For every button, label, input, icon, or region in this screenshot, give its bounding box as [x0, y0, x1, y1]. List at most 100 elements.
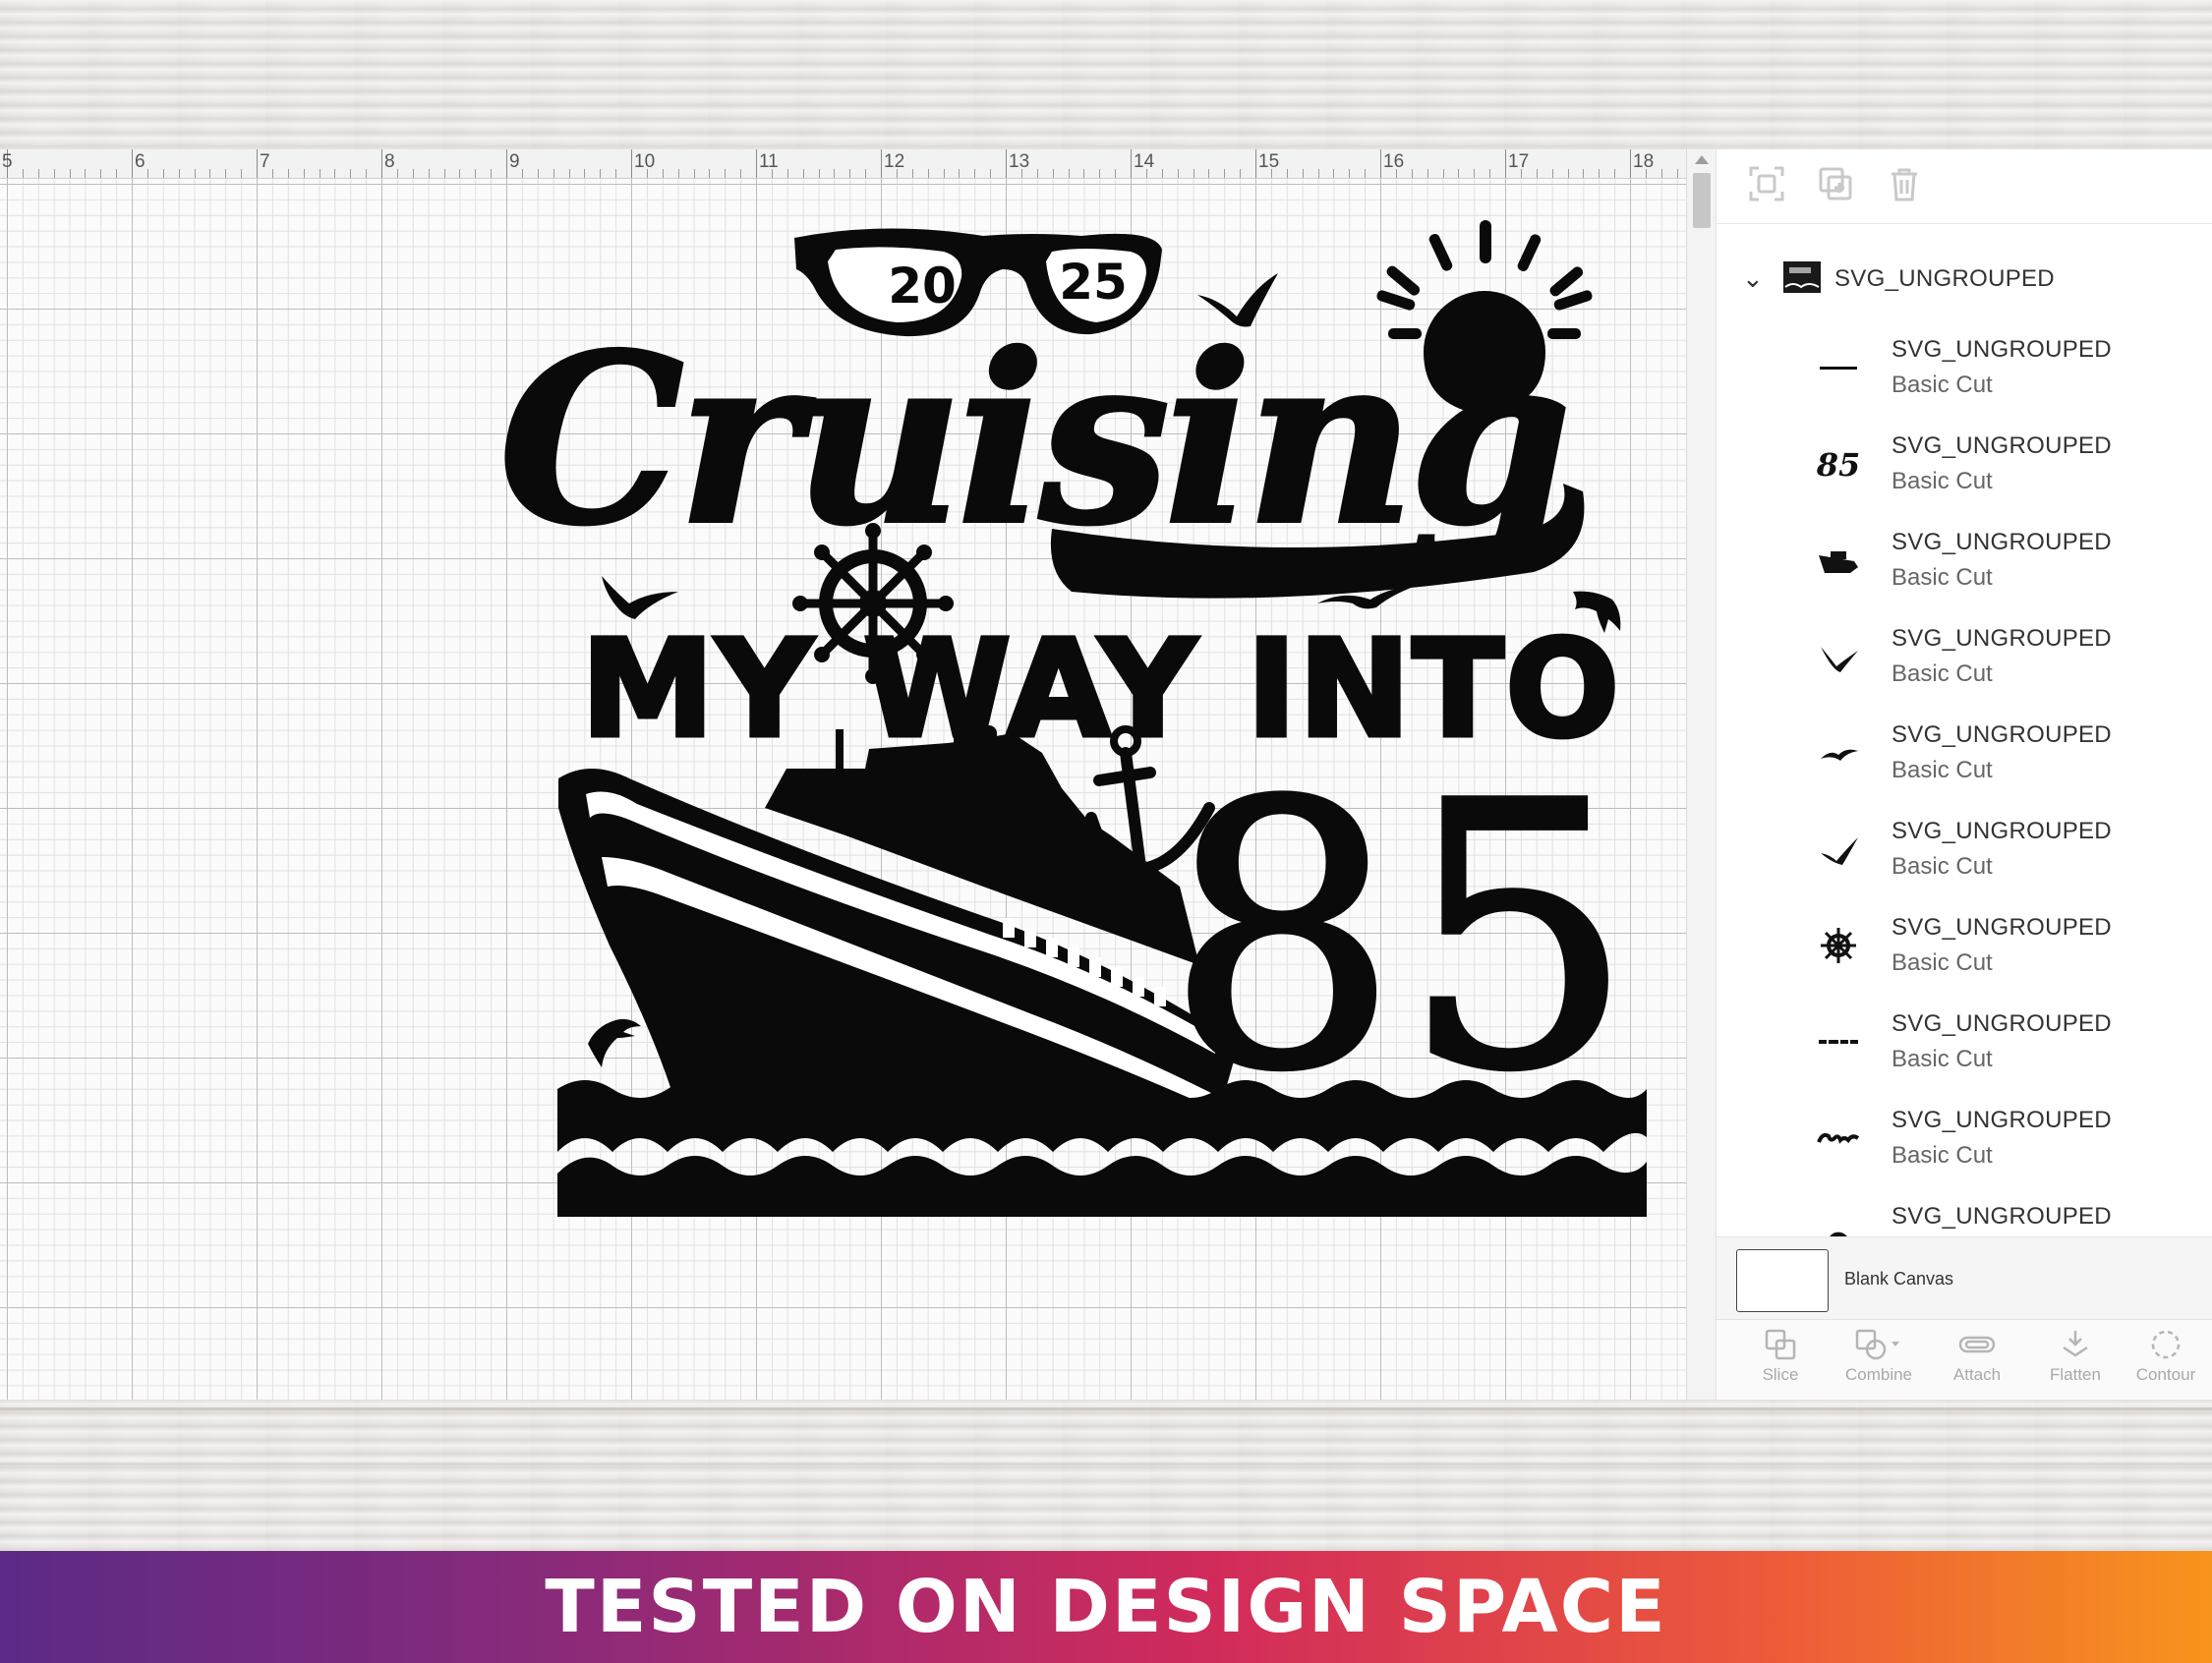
- svg-text:85: 85: [1817, 446, 1860, 482]
- blank-canvas-row[interactable]: Blank Canvas: [1717, 1236, 2212, 1319]
- layer-name: SVG_UNGROUPED: [1892, 1010, 2112, 1037]
- layer-item[interactable]: 85 SVG_UNGROUPED Basic Cut: [1717, 421, 2212, 517]
- scroll-thumb[interactable]: [1693, 173, 1711, 228]
- layer-name: SVG_UNGROUPED: [1892, 818, 2112, 844]
- ruler-minor-tick: [1052, 169, 1054, 178]
- ruler-major-tick: [1131, 149, 1132, 178]
- ruler-minor-tick: [896, 169, 898, 178]
- cruising-script-icon: [1815, 1115, 1862, 1162]
- flatten-button[interactable]: Flatten: [2031, 1328, 2120, 1397]
- ruler-minor-tick: [146, 169, 148, 178]
- layer-type: Basic Cut: [1892, 1046, 1993, 1072]
- ruler-minor-tick: [287, 169, 289, 178]
- layer-name: SVG_UNGROUPED: [1892, 529, 2112, 555]
- ruler-minor-tick: [849, 169, 851, 178]
- ruler-minor-tick: [1474, 169, 1476, 178]
- ruler-label: 8: [384, 151, 395, 172]
- contour-icon: [2151, 1330, 2181, 1359]
- ruler-minor-tick: [537, 169, 539, 178]
- cruise-ship-graphic: [558, 725, 1239, 1113]
- ruler-minor-tick: [1068, 169, 1070, 178]
- chevron-down-icon[interactable]: ⌄: [1742, 263, 1764, 294]
- ruler-minor-tick: [1489, 169, 1491, 178]
- ruler-major-tick: [381, 149, 382, 178]
- ruler-label: 18: [1633, 151, 1655, 172]
- ruler-major-tick: [1505, 149, 1506, 178]
- layer-type: Basic Cut: [1892, 1142, 1993, 1169]
- bird-icon: [1815, 633, 1862, 680]
- ruler-major-tick: [881, 149, 882, 178]
- ruler-minor-tick: [865, 169, 867, 178]
- ruler-label: 6: [135, 151, 146, 172]
- contour-button[interactable]: Contour: [2122, 1328, 2210, 1397]
- vertical-scrollbar[interactable]: [1686, 149, 1716, 1400]
- layer-item[interactable]: SVG_UNGROUPED Basic Cut: [1717, 999, 2212, 1095]
- ruler-label: 15: [1258, 151, 1280, 172]
- scroll-up-icon[interactable]: [1695, 155, 1709, 164]
- ruler-minor-tick: [178, 169, 180, 178]
- ruler-label: 11: [759, 151, 779, 172]
- layer-name: SVG_UNGROUPED: [1892, 625, 2112, 652]
- blank-canvas-swatch[interactable]: [1736, 1249, 1829, 1312]
- horizontal-ruler[interactable]: 5 6 7 8 9 10 11 12 13 14 15 16 17 18: [0, 149, 1686, 179]
- delete-icon[interactable]: [1886, 165, 1923, 202]
- design-canvas[interactable]: 20 25 Cruising MY WAY INTO 85: [0, 179, 1686, 1400]
- ruler-minor-tick: [646, 169, 648, 178]
- layer-type: Basic Cut: [1892, 372, 1993, 398]
- layer-item[interactable]: SVG_UNGROUPED Basic Cut: [1717, 902, 2212, 999]
- ruler-minor-tick: [521, 169, 523, 178]
- ruler-minor-tick: [959, 169, 960, 178]
- ruler-minor-tick: [271, 169, 273, 178]
- layer-type: Basic Cut: [1892, 757, 1993, 783]
- ruler-minor-tick: [1442, 169, 1444, 178]
- ruler-major-tick: [1380, 149, 1381, 178]
- layers-list: SVG_UNGROUPED Basic Cut 85 SVG_UNGROUPED…: [1717, 324, 2212, 1236]
- ruler-minor-tick: [459, 169, 461, 178]
- ruler-minor-tick: [1645, 169, 1647, 178]
- ruler-minor-tick: [116, 169, 118, 178]
- dolphin-icon: [1815, 1211, 1862, 1236]
- layer-group-row[interactable]: ⌄ SVG_UNGROUPED: [1717, 244, 2212, 313]
- layer-item[interactable]: SVG_UNGROUPED Basic Cut: [1717, 710, 2212, 806]
- layer-item[interactable]: SVG_UNGROUPED Basic Cut: [1717, 324, 2212, 421]
- ruler-minor-tick: [241, 169, 243, 178]
- layer-item[interactable]: SVG_UNGROUPED Basic Cut: [1717, 517, 2212, 613]
- ruler-label: 9: [509, 151, 520, 172]
- slice-button[interactable]: Slice: [1736, 1328, 1825, 1397]
- ruler-minor-tick: [303, 169, 305, 178]
- ruler-minor-tick: [22, 169, 24, 178]
- ruler-minor-tick: [740, 169, 742, 178]
- ruler-minor-tick: [1286, 169, 1288, 178]
- design-artwork[interactable]: 20 25 Cruising MY WAY INTO 85: [0, 179, 1686, 1400]
- layer-name: SVG_UNGROUPED: [1892, 721, 2112, 748]
- ruler-major-tick: [1630, 149, 1631, 178]
- layer-item[interactable]: SVG_UNGROUPED: [1717, 1191, 2212, 1236]
- layer-type: Basic Cut: [1892, 660, 1993, 687]
- combine-button[interactable]: Combine: [1834, 1328, 1923, 1397]
- layer-item[interactable]: SVG_UNGROUPED Basic Cut: [1717, 806, 2212, 902]
- duplicate-icon[interactable]: [1817, 165, 1854, 202]
- attach-button[interactable]: Attach: [1933, 1328, 2021, 1397]
- design-space-window: 5 6 7 8 9 10 11 12 13 14 15 16 17 18 20 25: [0, 149, 2212, 1400]
- ruler-minor-tick: [1536, 169, 1538, 178]
- layer-name: SVG_UNGROUPED: [1892, 432, 2112, 459]
- layer-item[interactable]: SVG_UNGROUPED Basic Cut: [1717, 1095, 2212, 1191]
- ruler-minor-tick: [1676, 169, 1678, 178]
- layer-item[interactable]: SVG_UNGROUPED Basic Cut: [1717, 613, 2212, 710]
- ruler-minor-tick: [1083, 169, 1085, 178]
- group-select-icon[interactable]: [1748, 165, 1785, 202]
- ruler-minor-tick: [412, 169, 414, 178]
- ruler-label: 12: [884, 151, 905, 172]
- ruler-minor-tick: [475, 169, 477, 178]
- ruler-minor-tick: [1036, 169, 1038, 178]
- contour-label: Contour: [2135, 1365, 2196, 1384]
- ruler-minor-tick: [1193, 169, 1194, 178]
- ruler-major-tick: [257, 149, 258, 178]
- layer-name: SVG_UNGROUPED: [1892, 1107, 2112, 1133]
- ruler-minor-tick: [709, 169, 711, 178]
- ruler-minor-tick: [1426, 169, 1428, 178]
- layer-type: Basic Cut: [1892, 564, 1993, 591]
- blank-canvas-label: Blank Canvas: [1844, 1269, 1954, 1289]
- ruler-major-tick: [1255, 149, 1256, 178]
- ruler-minor-tick: [1333, 169, 1335, 178]
